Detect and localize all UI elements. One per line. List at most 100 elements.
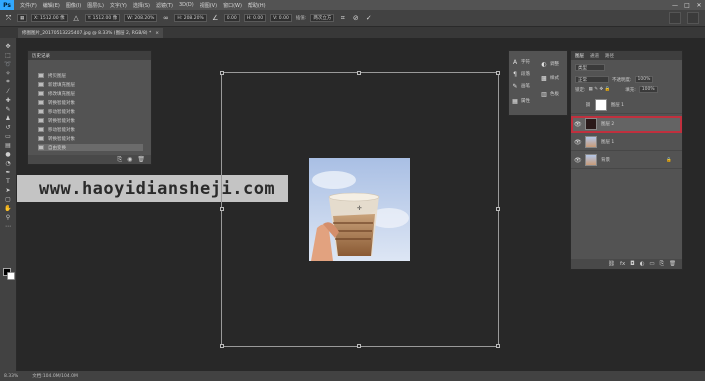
menu-select[interactable]: 选择(S) bbox=[133, 2, 150, 9]
menu-layer[interactable]: 图层(L) bbox=[87, 2, 104, 9]
menu-type[interactable]: 文字(Y) bbox=[110, 2, 127, 9]
shape-tool-icon[interactable]: ▢ bbox=[3, 195, 14, 203]
delete-layer-icon[interactable]: 🗑 bbox=[669, 261, 676, 267]
path-select-tool-icon[interactable]: ➤ bbox=[3, 186, 14, 194]
menu-image[interactable]: 图像(I) bbox=[66, 2, 81, 9]
transform-handle[interactable] bbox=[496, 344, 500, 348]
blend-mode-select[interactable]: 正常 bbox=[575, 76, 609, 83]
ref-point-field[interactable]: ▦ bbox=[17, 14, 27, 22]
layer-row-selected[interactable]: 👁 图层 2 bbox=[571, 116, 682, 133]
adjustments-panel-button[interactable]: ◐ 调整 bbox=[541, 61, 559, 68]
interp-select[interactable]: 两次立方 bbox=[310, 14, 335, 22]
width-field[interactable]: W: 208.20% bbox=[124, 14, 158, 22]
quick-select-tool-icon[interactable]: ✧ bbox=[3, 69, 14, 77]
h-skew-field[interactable]: H: 0.00 bbox=[243, 14, 267, 22]
gradient-tool-icon[interactable]: ▤ bbox=[3, 141, 14, 149]
x-field[interactable]: X: 1512.00 像 bbox=[31, 14, 68, 22]
relative-icon[interactable]: △ bbox=[72, 14, 81, 23]
menu-filter[interactable]: 滤镜(T) bbox=[156, 2, 173, 9]
transform-handle[interactable] bbox=[496, 71, 500, 75]
fx-icon[interactable]: fx bbox=[620, 261, 625, 267]
history-item[interactable]: 拷贝图层 bbox=[38, 72, 143, 79]
visibility-toggle-icon[interactable]: 👁 bbox=[574, 121, 582, 128]
transform-handle[interactable] bbox=[220, 71, 224, 75]
layer-row[interactable]: 👁 背景 🔒 bbox=[571, 152, 682, 169]
delete-state-icon[interactable]: 🗑 bbox=[137, 156, 145, 163]
menu-window[interactable]: 窗口(W) bbox=[223, 2, 242, 9]
menu-help[interactable]: 帮助(H) bbox=[248, 2, 266, 9]
history-item[interactable]: 转换智能对象 bbox=[38, 99, 143, 106]
character-panel-button[interactable]: A 字符 bbox=[512, 59, 530, 66]
swatches-panel-button[interactable]: ▥ 色板 bbox=[541, 91, 559, 98]
eyedropper-tool-icon[interactable]: ⁄ bbox=[3, 87, 14, 95]
search-button[interactable] bbox=[669, 12, 681, 24]
history-item-selected[interactable]: 自由变换 bbox=[38, 144, 143, 151]
snapshot-icon[interactable]: ◉ bbox=[127, 156, 132, 163]
paragraph-panel-button[interactable]: ¶ 段落 bbox=[512, 71, 530, 78]
v-skew-field[interactable]: V: 0.00 bbox=[270, 14, 292, 22]
history-item[interactable]: 移动智能对象 bbox=[38, 126, 143, 133]
properties-panel-button[interactable]: ▦ 属性 bbox=[512, 98, 530, 105]
link-layers-icon[interactable]: ⛓ bbox=[608, 261, 615, 267]
cancel-icon[interactable]: ⊘ bbox=[351, 14, 360, 23]
workspace-button[interactable] bbox=[687, 12, 699, 24]
link-icon[interactable]: ∞ bbox=[161, 14, 170, 23]
fill-field[interactable]: 100% bbox=[638, 86, 658, 93]
close-tab-icon[interactable]: × bbox=[155, 31, 159, 36]
transform-handle[interactable] bbox=[357, 344, 361, 348]
move-tool-icon[interactable]: ✥ bbox=[3, 42, 14, 50]
y-field[interactable]: Y: 1512.00 像 bbox=[84, 14, 121, 22]
lock-icons[interactable]: ▦ ✎ ✥ 🔒 bbox=[589, 87, 611, 92]
menu-file[interactable]: 文件(F) bbox=[20, 2, 37, 9]
transform-handle[interactable] bbox=[220, 344, 224, 348]
blur-tool-icon[interactable]: ● bbox=[3, 150, 14, 158]
history-panel-title[interactable]: 历史记录 bbox=[32, 53, 50, 59]
document-tab[interactable]: 修图图片_20170513225407.jpg @ 8.33% (图层 2, R… bbox=[18, 28, 164, 38]
transform-handle[interactable] bbox=[496, 207, 500, 211]
history-item[interactable]: 转换智能对象 bbox=[38, 117, 143, 124]
add-mask-icon[interactable]: ◘ bbox=[630, 261, 634, 267]
maximize-button[interactable]: □ bbox=[681, 0, 693, 10]
angle-field[interactable]: 0.00 bbox=[223, 14, 240, 22]
zoom-tool-icon[interactable]: ⚲ bbox=[3, 213, 14, 221]
color-swatch-icon[interactable] bbox=[3, 268, 15, 280]
kind-filter-select[interactable]: 类型 bbox=[575, 64, 605, 71]
tab-paths[interactable]: 路径 bbox=[605, 53, 614, 59]
menu-edit[interactable]: 编辑(E) bbox=[43, 2, 60, 9]
menu-view[interactable]: 视图(V) bbox=[200, 2, 217, 9]
new-layer-icon[interactable]: ⎘ bbox=[660, 261, 664, 268]
lasso-tool-icon[interactable]: ➰ bbox=[3, 60, 14, 68]
minimize-button[interactable]: — bbox=[669, 0, 681, 10]
tab-channels[interactable]: 通道 bbox=[590, 53, 599, 59]
eraser-tool-icon[interactable]: ▭ bbox=[3, 132, 14, 140]
pen-tool-icon[interactable]: ✒ bbox=[3, 168, 14, 176]
new-document-from-state-icon[interactable]: ⎘ bbox=[117, 156, 122, 164]
layer-row[interactable]: 👁 图层 1 bbox=[571, 134, 682, 151]
brush-tool-icon[interactable]: ✎ bbox=[3, 105, 14, 113]
zoom-level[interactable]: 8.33% bbox=[4, 374, 18, 379]
visibility-toggle-icon[interactable]: 👁 bbox=[574, 157, 582, 164]
history-item[interactable]: 新建填充图层 bbox=[38, 81, 143, 88]
warp-icon[interactable]: ⌗ bbox=[338, 14, 347, 23]
height-field[interactable]: H: 208.20% bbox=[174, 14, 207, 22]
visibility-toggle-icon[interactable]: 👁 bbox=[574, 139, 582, 146]
crop-tool-icon[interactable]: ⌗ bbox=[3, 78, 14, 86]
tab-layers[interactable]: 图层 bbox=[575, 53, 584, 59]
dodge-tool-icon[interactable]: ◔ bbox=[3, 159, 14, 167]
styles-panel-button[interactable]: ▩ 样式 bbox=[541, 75, 559, 82]
stamp-tool-icon[interactable]: ♟ bbox=[3, 114, 14, 122]
hand-tool-icon[interactable]: ✋ bbox=[3, 204, 14, 212]
menu-3d[interactable]: 3D(D) bbox=[179, 2, 194, 9]
commit-icon[interactable]: ✓ bbox=[364, 14, 373, 23]
healing-tool-icon[interactable]: ✚ bbox=[3, 96, 14, 104]
transform-handle[interactable] bbox=[220, 207, 224, 211]
brush-panel-button[interactable]: ✎ 画笔 bbox=[512, 83, 530, 90]
marquee-tool-icon[interactable]: ⬚ bbox=[3, 51, 14, 59]
history-item[interactable]: 转换智能对象 bbox=[38, 135, 143, 142]
history-brush-tool-icon[interactable]: ↺ bbox=[3, 123, 14, 131]
new-group-icon[interactable]: ▭ bbox=[649, 261, 654, 267]
close-window-button[interactable]: ✕ bbox=[693, 0, 705, 10]
history-item[interactable]: 移动智能对象 bbox=[38, 108, 143, 115]
opacity-field[interactable]: 100% bbox=[634, 76, 654, 83]
more-tools-icon[interactable]: ⋯ bbox=[3, 222, 14, 230]
